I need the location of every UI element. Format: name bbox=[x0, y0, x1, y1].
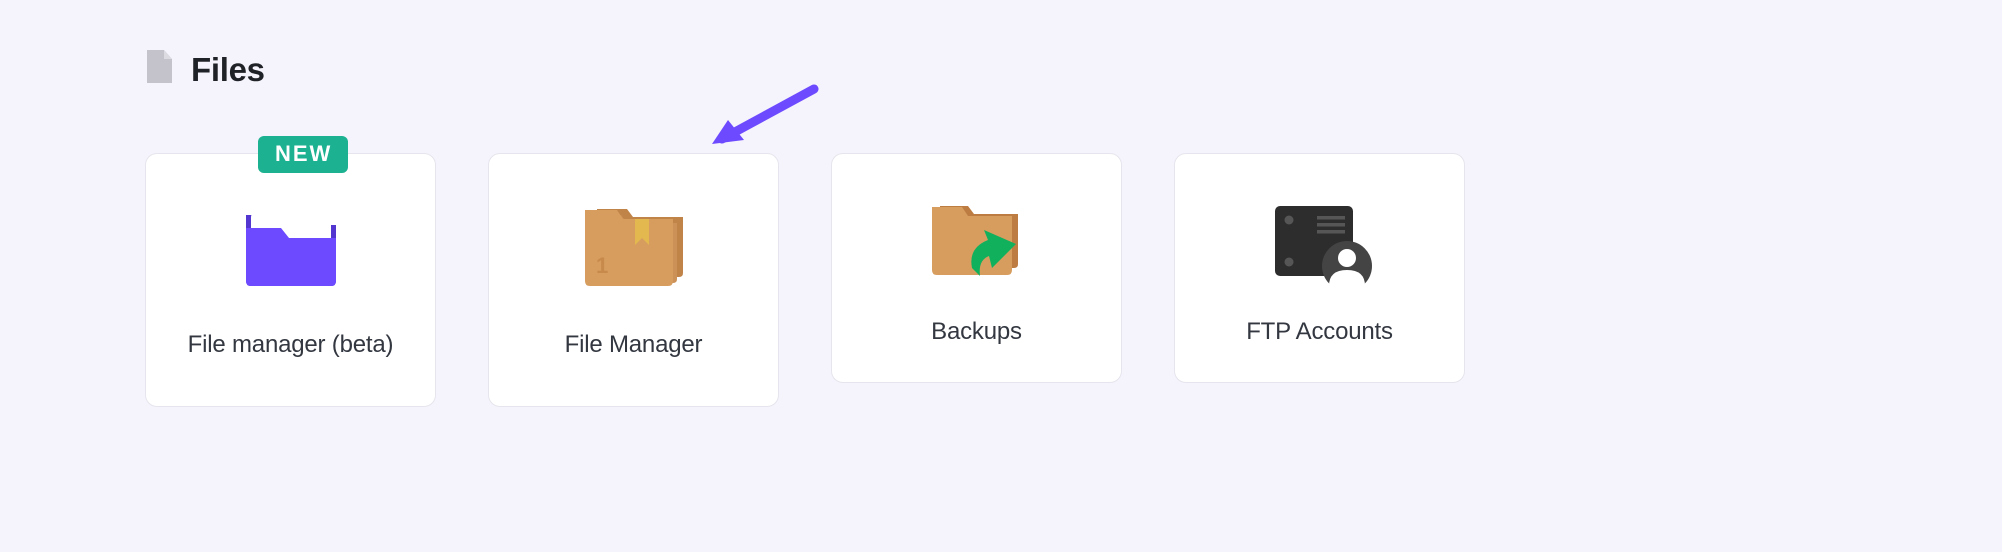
section-title: Files bbox=[191, 51, 265, 89]
card-file-manager-beta[interactable]: NEW File manager (beta) bbox=[145, 153, 436, 407]
document-icon bbox=[145, 50, 173, 89]
new-badge: NEW bbox=[258, 136, 348, 173]
files-section: Files NEW File manager (beta) bbox=[0, 0, 2002, 457]
section-header: Files bbox=[145, 50, 1857, 89]
card-label: Backups bbox=[931, 318, 1022, 346]
card-backups[interactable]: Backups bbox=[831, 153, 1122, 383]
card-label: FTP Accounts bbox=[1246, 318, 1393, 346]
folder-brown-icon: 1 bbox=[579, 196, 689, 296]
card-file-manager[interactable]: 1 File Manager bbox=[488, 153, 779, 407]
svg-text:1: 1 bbox=[596, 253, 608, 278]
folder-purple-icon bbox=[241, 196, 341, 296]
card-label: File manager (beta) bbox=[188, 331, 394, 359]
cards-row: NEW File manager (beta) 1 bbox=[145, 153, 1857, 407]
server-user-icon bbox=[1265, 196, 1375, 296]
card-ftp-accounts[interactable]: FTP Accounts bbox=[1174, 153, 1465, 383]
folder-backup-icon bbox=[924, 196, 1030, 296]
card-label: File Manager bbox=[565, 331, 703, 359]
